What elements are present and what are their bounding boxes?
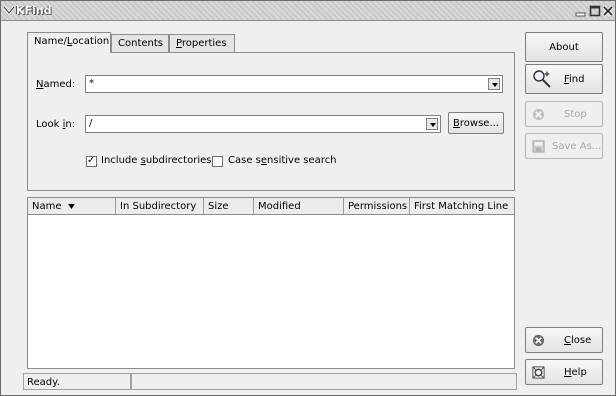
- browse-button[interactable]: Browse...: [448, 112, 504, 134]
- column-modified[interactable]: Modified: [254, 198, 344, 214]
- lookin-label: Look in:: [36, 119, 75, 130]
- column-label: Permissions: [348, 201, 408, 212]
- tab-properties[interactable]: Properties: [169, 34, 235, 52]
- close-icon: [532, 334, 545, 347]
- include-post: ubdirectories: [145, 155, 212, 166]
- tab-label-post: roperties: [181, 38, 227, 49]
- help-label: elp: [571, 367, 587, 378]
- stop-button[interactable]: Stop: [525, 101, 603, 127]
- sort-down-icon: [68, 204, 75, 209]
- column-name[interactable]: Name: [28, 198, 116, 214]
- help-mnemonic: H: [564, 367, 572, 378]
- column-permissions[interactable]: Permissions: [344, 198, 410, 214]
- column-size[interactable]: Size: [204, 198, 254, 214]
- include-pre: Include: [101, 155, 141, 166]
- browse-mnemonic: B: [453, 118, 460, 129]
- results-table[interactable]: Name In Subdirectory Size Modified Permi…: [27, 197, 515, 369]
- find-icon: [533, 70, 551, 88]
- status-bar: Ready.: [23, 373, 131, 390]
- close-mnemonic: C: [564, 335, 571, 346]
- named-label: Named:: [36, 79, 75, 90]
- close-window-icon[interactable]: [602, 5, 614, 17]
- close-label: lose: [570, 335, 592, 346]
- maximize-icon[interactable]: [589, 5, 601, 17]
- tab-label-post: ocation: [72, 36, 110, 47]
- case-pre: Case s: [228, 155, 261, 166]
- window-title: KFind: [16, 4, 52, 17]
- tab-label-pre: Name/: [34, 36, 67, 47]
- column-label: Modified: [258, 201, 301, 212]
- find-button[interactable]: Find: [525, 64, 603, 94]
- about-button[interactable]: About: [525, 32, 603, 62]
- column-label: In Subdirectory: [120, 201, 197, 212]
- named-dropdown-button[interactable]: [488, 78, 500, 90]
- named-label-text: amed:: [43, 79, 76, 90]
- help-button[interactable]: Help: [525, 359, 603, 385]
- case-sensitive-label[interactable]: Case sensitive search: [228, 155, 337, 166]
- tab-label: Contents: [118, 38, 163, 49]
- tab-name-location[interactable]: Name/Location: [27, 32, 111, 53]
- save-as-label: Save As...: [552, 141, 602, 152]
- about-label: About: [549, 42, 579, 53]
- column-label: First Matching Line: [414, 201, 509, 212]
- status-text: Ready.: [27, 377, 60, 388]
- stop-icon: [532, 108, 545, 121]
- lookin-label-pre: Look: [36, 119, 63, 130]
- named-combo[interactable]: *: [85, 75, 503, 93]
- include-subdirectories-checkbox[interactable]: [86, 155, 97, 167]
- stop-label: Stop: [564, 109, 587, 120]
- save-icon: [532, 140, 545, 153]
- close-button[interactable]: Close: [525, 327, 603, 353]
- status-bar-extra: [131, 373, 517, 390]
- tab-contents[interactable]: Contents: [111, 34, 169, 52]
- lookin-dropdown-button[interactable]: [426, 118, 438, 130]
- find-label: Find: [564, 74, 585, 85]
- window-menu-icon[interactable]: [3, 4, 15, 16]
- lookin-combo[interactable]: /: [85, 115, 441, 133]
- name-location-panel: Named: * Look in: / Browse... Include su…: [27, 52, 515, 191]
- column-label: Size: [208, 201, 229, 212]
- minimize-icon[interactable]: [575, 5, 587, 17]
- lookin-value: /: [89, 118, 93, 129]
- column-first-matching-line[interactable]: First Matching Line: [410, 198, 514, 214]
- column-in-subdirectory[interactable]: In Subdirectory: [116, 198, 204, 214]
- include-subdirectories-label[interactable]: Include subdirectories: [101, 155, 211, 166]
- kfind-window: KFind Name/Location Contents Properties …: [0, 0, 616, 396]
- lookin-label-post: n:: [65, 119, 76, 130]
- browse-label: rowse...: [459, 118, 499, 129]
- named-value: *: [89, 78, 94, 89]
- help-icon: [532, 366, 545, 379]
- title-bar: KFind: [1, 1, 615, 21]
- case-sensitive-checkbox[interactable]: [212, 156, 223, 167]
- save-as-button[interactable]: Save As...: [525, 133, 603, 159]
- column-name-label: Name: [32, 201, 62, 212]
- results-header: Name In Subdirectory Size Modified Permi…: [28, 198, 514, 215]
- case-post: nsitive search: [267, 155, 337, 166]
- find-label-text: ind: [569, 74, 585, 85]
